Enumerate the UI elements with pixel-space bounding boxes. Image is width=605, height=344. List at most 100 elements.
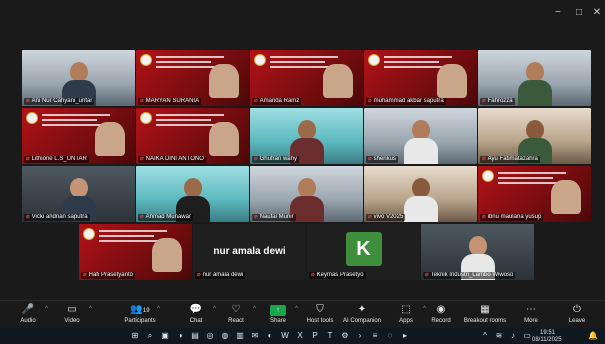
presenter-photo: [152, 238, 182, 272]
participant-tile[interactable]: ⌀ NAIKA DINI ANTONO: [136, 108, 249, 164]
participant-name-label: ⌀ Keymas Prasetyo: [309, 272, 366, 279]
mic-muted-icon: ⌀: [368, 98, 372, 104]
university-logo-icon: [482, 170, 494, 182]
calculator-icon[interactable]: ≡: [370, 331, 380, 341]
leave-button[interactable]: ⏻ Leave: [549, 303, 605, 325]
participant-name: Ahmad Munawar: [145, 214, 191, 220]
participant-name: Hafi Prasetyanto: [88, 272, 133, 278]
participant-tile[interactable]: ⌀ Lithione L.S_UNTAR: [22, 108, 135, 164]
widgets-icon[interactable]: ◑: [175, 331, 185, 341]
mail-icon[interactable]: ✉: [250, 331, 260, 341]
chevron-up-icon[interactable]: ^: [480, 331, 490, 341]
university-logo-icon: [26, 112, 38, 124]
participant-tile[interactable]: ⌀ Hafi Prasetyanto: [79, 224, 192, 280]
minimize-button[interactable]: −: [551, 7, 565, 18]
battery-icon[interactable]: ▭: [522, 331, 532, 341]
participant-tile[interactable]: ⌀ shenkus: [364, 108, 477, 164]
participant-name-label: ⌀ MARYAN SURANIA: [138, 98, 202, 105]
mic-muted-icon: ⌀: [254, 156, 258, 162]
edge-icon[interactable]: ◎: [205, 331, 215, 341]
close-button[interactable]: ✕: [590, 7, 604, 18]
participant-name: Lithione L.S_UNTAR: [31, 156, 87, 162]
participant-tile[interactable]: ⌀ Ani Nur Cahyani_untar: [22, 50, 135, 106]
participants-label: Participants: [124, 318, 156, 324]
chrome-icon[interactable]: ◍: [220, 331, 230, 341]
mic-muted-icon: ⌀: [140, 156, 144, 162]
video-label: Video: [64, 318, 80, 324]
start-icon[interactable]: ⊞: [130, 331, 140, 341]
settings-icon[interactable]: ⚙: [340, 331, 350, 341]
chevron-up-icon[interactable]: ^: [89, 306, 92, 312]
participant-tile[interactable]: ⌀ ibnu maulana yusup: [478, 166, 591, 222]
chevron-up-icon[interactable]: ^: [157, 306, 160, 312]
participant-person: [403, 120, 438, 164]
participant-tile[interactable]: ⌀ MARYAN SURANIA: [136, 50, 249, 106]
clock-time: 19:51: [540, 330, 556, 336]
participant-person: [517, 62, 552, 106]
clock-date: 08/11/2025: [532, 337, 562, 343]
participant-name: nur amala dewi: [202, 272, 244, 278]
video-button[interactable]: ▭ Video ^: [44, 303, 100, 325]
participant-name: Amanda Ramz: [259, 98, 300, 104]
participant-name: NAIKA DINI ANTONO: [145, 156, 204, 162]
participant-tile[interactable]: K ⌀ Keymas Prasetyo: [307, 224, 420, 280]
restore-button[interactable]: □: [572, 7, 586, 18]
participant-tile[interactable]: ⌀ Ahmad Munawar: [136, 166, 249, 222]
participant-name: Teknik Industri_Lambo Wiwoso: [430, 272, 514, 278]
participant-name-label: ⌀ nur amala dewi: [195, 272, 246, 279]
mic-muted-icon: ⌀: [83, 272, 87, 278]
word-icon[interactable]: W: [280, 331, 290, 341]
participant-tile[interactable]: ⌀ Ayu Fatimatazahra: [478, 108, 591, 164]
leave-icon: ⏻: [573, 304, 581, 315]
mic-muted-icon: ⌀: [140, 214, 144, 220]
mic-muted-icon: ⌀: [482, 214, 486, 220]
participant-name-label: ⌀ Ayu Fatimatazahra: [480, 156, 540, 163]
meeting-toolbar: 🎤 Audio ^ ▭ Video ^ 👥19 Participants ^ 💬…: [0, 300, 605, 328]
participants-button[interactable]: 👥19 Participants ^: [112, 303, 168, 325]
participant-tile[interactable]: ⌀ Naufal Munir: [250, 166, 363, 222]
participant-name-label: ⌀ ibnu maulana yusup: [480, 214, 544, 221]
task-view-icon[interactable]: ▣: [160, 331, 170, 341]
mic-muted-icon: ⌀: [254, 98, 258, 104]
mic-muted-icon: ⌀: [197, 272, 201, 278]
teams-icon[interactable]: T: [325, 331, 335, 341]
store-icon[interactable]: ▥: [235, 331, 245, 341]
participant-tile[interactable]: ⌀ Fahrozza: [478, 50, 591, 106]
volume-icon[interactable]: ♪: [508, 331, 518, 341]
participant-tile[interactable]: ⌀ Ghufran wahy: [250, 108, 363, 164]
participant-tile[interactable]: ⌀ vivo V2025: [364, 166, 477, 222]
participant-name-label: ⌀ Naufal Munir: [252, 214, 296, 221]
participant-tile[interactable]: ⌀ Amanda Ramz: [250, 50, 363, 106]
participant-tile[interactable]: ⌀ muhammad akbar saputra: [364, 50, 477, 106]
participant-name: Ayu Fatimatazahra: [487, 156, 538, 162]
mic-muted-icon: ⌀: [26, 156, 30, 162]
powerpoint-icon[interactable]: P: [310, 331, 320, 341]
excel-icon[interactable]: X: [295, 331, 305, 341]
participant-name-label: ⌀ muhammad akbar saputra: [366, 98, 446, 105]
whatsapp-icon[interactable]: ◌: [385, 331, 395, 341]
university-logo-icon: [368, 54, 380, 66]
photos-icon[interactable]: ◐: [265, 331, 275, 341]
terminal-icon[interactable]: ›: [355, 331, 365, 341]
participant-tile[interactable]: ⌀ Teknik Industri_Lambo Wiwoso: [421, 224, 534, 280]
participant-name-label: ⌀ Fahrozza: [480, 98, 515, 105]
file-explorer-icon[interactable]: ▤: [190, 331, 200, 341]
search-icon[interactable]: ⌕: [145, 331, 155, 341]
participant-name-label: ⌀ Ghufran wahy: [252, 156, 299, 163]
avatar: K: [345, 232, 382, 266]
participant-tile[interactable]: nur amala dewi ⌀ nur amala dewi: [193, 224, 306, 280]
university-logo-icon: [254, 54, 266, 66]
participant-name: muhammad akbar saputra: [373, 98, 444, 104]
zoom-app-icon[interactable]: ▸: [400, 331, 410, 341]
presenter-photo: [323, 64, 353, 98]
participant-name-label: ⌀ Hafi Prasetyanto: [81, 272, 135, 279]
participant-name-label: ⌀ Ahmad Munawar: [138, 214, 193, 221]
notification-icon[interactable]: 🔔: [588, 331, 598, 341]
leave-label: Leave: [568, 318, 586, 324]
mic-muted-icon: ⌀: [26, 214, 30, 220]
participant-tile[interactable]: ⌀ Vicki andrian saputra: [22, 166, 135, 222]
participant-name: Keymas Prasetyo: [316, 272, 364, 278]
windows-taskbar: ⊞ ⌕ ▣ ◑ ▤ ◎ ◍ ▥ ✉ ◐ W X P T ⚙ › ≡ ◌ ▸ ^ …: [0, 328, 605, 344]
presenter-photo: [551, 180, 581, 214]
wifi-icon[interactable]: ≋: [494, 331, 504, 341]
